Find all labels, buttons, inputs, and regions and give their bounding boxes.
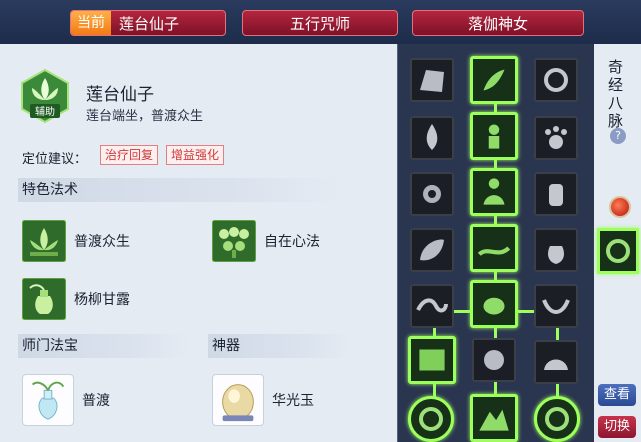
skill-name: 自在心法 [264,234,320,250]
skill-tree-panel [397,44,594,442]
role-badge-text: 辅助 [35,105,55,118]
positioning-label: 定位建议： [22,152,88,167]
jade-stone-icon [212,374,264,426]
tree-node-ring-icon[interactable] [534,58,578,102]
role-tag: 治疗回复 [100,145,159,165]
school-description: 莲台端坐，普渡众生 [86,109,204,124]
tab-luojia-shennv[interactable]: 落伽神女 [412,10,584,36]
tree-node-figure-icon[interactable] [470,112,518,160]
skill-name: 普渡众生 [74,234,130,250]
lotus-skill-icon [21,219,67,263]
jade-vase-icon [22,374,74,426]
skill-item[interactable]: 自在心法 [211,219,320,263]
switch-button[interactable]: 切换 [598,416,636,438]
hearts-skill-icon [211,219,257,263]
tree-node-swirl-icon[interactable] [408,396,454,442]
artifact-name: 华光玉 [272,393,314,409]
special-skills-header: 特色法术 [18,178,340,202]
role-tag: 增益强化 [166,145,225,165]
view-button[interactable]: 查看 [598,384,636,406]
treasure-name: 普渡 [82,393,110,409]
school-tab-bar: 当前 莲台仙子 五行咒师 落伽神女 [0,0,641,44]
tree-node-bloom-icon[interactable] [472,338,516,382]
tree-node-water-icon[interactable] [470,224,518,272]
tree-node-crescent-icon[interactable] [534,284,578,328]
tree-node-scroll-icon[interactable] [408,336,456,384]
tree-node-leaf-icon[interactable] [410,228,454,272]
tab-wuxing-zhoushi[interactable]: 五行咒师 [242,10,398,36]
tree-node-shell-icon[interactable] [534,340,578,384]
current-badge: 当前 [71,11,111,35]
meridian-side-panel: 奇经八脉 ? 查看 切换 [594,44,641,442]
artifact-item[interactable]: 华光玉 [212,374,314,426]
meridian-node-icon[interactable] [597,228,639,274]
school-info-panel: 辅助 莲台仙子 莲台端坐，普渡众生 定位建议： 治疗回复 增益强化 特色法术 普… [0,44,397,442]
vase-willow-icon [21,277,67,321]
meridian-label: 奇经八脉 [608,58,624,130]
tree-node-hand-icon[interactable] [534,172,578,216]
tree-node-buddha-icon[interactable] [470,168,518,216]
tree-node-rock-icon[interactable] [410,58,454,102]
help-icon[interactable]: ? [610,128,626,144]
tree-node-spiral-icon[interactable] [534,396,580,442]
tree-node-crane-icon[interactable] [470,56,518,104]
artifact-header: 神器 [208,334,348,358]
skill-item[interactable]: 普渡众生 [21,219,130,263]
school-title: 莲台仙子 [86,85,154,105]
tree-node-flower-icon[interactable] [410,172,454,216]
tree-node-mountain-icon[interactable] [470,394,518,442]
tree-node-beast-icon[interactable] [470,280,518,328]
tree-node-paw-icon[interactable] [534,116,578,160]
skill-item[interactable]: 杨柳甘露 [21,277,130,321]
tab-current-school[interactable]: 当前 莲台仙子 [70,10,226,36]
red-orb-icon[interactable] [609,196,631,218]
lotus-icon: 辅助 [20,68,70,124]
treasure-header: 师门法宝 [18,334,188,358]
tree-node-flame-icon[interactable] [410,116,454,160]
tab-current-label: 莲台仙子 [119,14,180,33]
tree-node-wave-icon[interactable] [410,284,454,328]
treasure-item[interactable]: 普渡 [22,374,110,426]
tree-node-vase-icon[interactable] [534,228,578,272]
skill-name: 杨柳甘露 [74,292,130,308]
